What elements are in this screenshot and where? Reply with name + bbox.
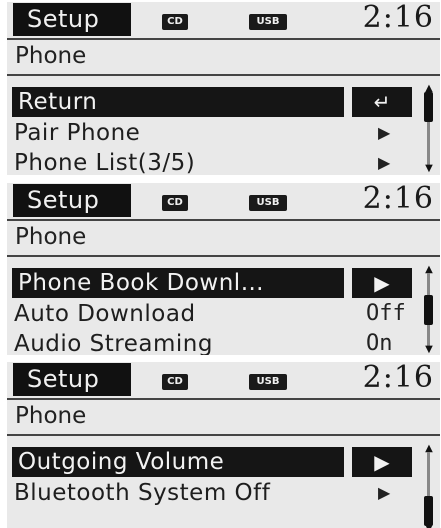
enter-arrow-icon[interactable]: ▶	[352, 447, 412, 477]
setup-tab[interactable]: Setup	[13, 363, 131, 396]
scroll-down-icon: ▼	[422, 524, 436, 528]
setup-tab[interactable]: Setup	[13, 184, 131, 217]
menu-title: Phone	[15, 224, 87, 250]
menu-list: Phone Book Downl… ▶ Auto Download Off Au…	[7, 255, 440, 355]
status-bar: Setup CD USB 2:16	[7, 2, 440, 38]
scroll-thumb[interactable]	[424, 92, 433, 122]
cd-badge: CD	[162, 14, 188, 30]
return-icon[interactable]: ↵	[352, 87, 412, 117]
menu-item-label: Return	[18, 89, 98, 115]
cd-badge: CD	[162, 374, 188, 390]
clock: 2:16	[362, 362, 434, 395]
menu-item-label: Pair Phone	[14, 120, 141, 146]
chevron-right-icon: ▶	[378, 153, 391, 172]
cd-badge: CD	[162, 195, 188, 211]
menu-header: Phone	[7, 38, 440, 74]
menu-title: Phone	[15, 43, 87, 69]
clock: 2:16	[362, 183, 434, 216]
scrollbar[interactable]: ▲ ▼	[422, 444, 436, 528]
setting-value: Off	[366, 301, 406, 326]
scroll-thumb[interactable]	[424, 496, 433, 526]
chevron-right-icon: ▶	[378, 483, 391, 502]
scrollbar[interactable]: ▲ ▼	[422, 84, 436, 174]
menu-item-label: Audio Streaming	[14, 331, 213, 355]
menu-list: Outgoing Volume ▶ Bluetooth System Off ▶	[7, 434, 440, 528]
scrollbar[interactable]: ▲ ▼	[422, 265, 436, 355]
menu-item-label: Outgoing Volume	[18, 449, 225, 475]
setup-screen-1: Setup CD USB 2:16 Phone Return ↵ Pair Ph…	[7, 2, 440, 175]
usb-badge: USB	[249, 14, 287, 30]
menu-title: Phone	[15, 403, 87, 429]
menu-item-label: Phone Book Downl…	[18, 270, 265, 296]
menu-item-label: Auto Download	[14, 301, 196, 327]
menu-list: Return ↵ Pair Phone ▶ Phone List(3/5) ▶	[7, 74, 440, 175]
menu-header: Phone	[7, 398, 440, 434]
menu-item-label: Bluetooth System Off	[14, 480, 271, 506]
setup-tab[interactable]: Setup	[13, 3, 131, 36]
setup-screen-2: Setup CD USB 2:16 Phone Phone Book Downl…	[7, 183, 440, 355]
chevron-right-icon: ▶	[378, 123, 391, 142]
clock: 2:16	[362, 2, 434, 35]
menu-header: Phone	[7, 219, 440, 255]
scroll-down-icon: ▼	[425, 344, 433, 355]
status-bar: Setup CD USB 2:16	[7, 183, 440, 219]
scroll-thumb[interactable]	[424, 295, 433, 325]
scroll-down-icon: ▼	[425, 163, 433, 174]
usb-badge: USB	[249, 195, 287, 211]
usb-badge: USB	[249, 374, 287, 390]
enter-arrow-icon[interactable]: ▶	[352, 268, 412, 298]
status-bar: Setup CD USB 2:16	[7, 362, 440, 398]
menu-item-label: Phone List(3/5)	[14, 150, 196, 175]
setting-value: On	[366, 331, 393, 355]
setup-screen-3: Setup CD USB 2:16 Phone Outgoing Volume …	[7, 362, 440, 528]
